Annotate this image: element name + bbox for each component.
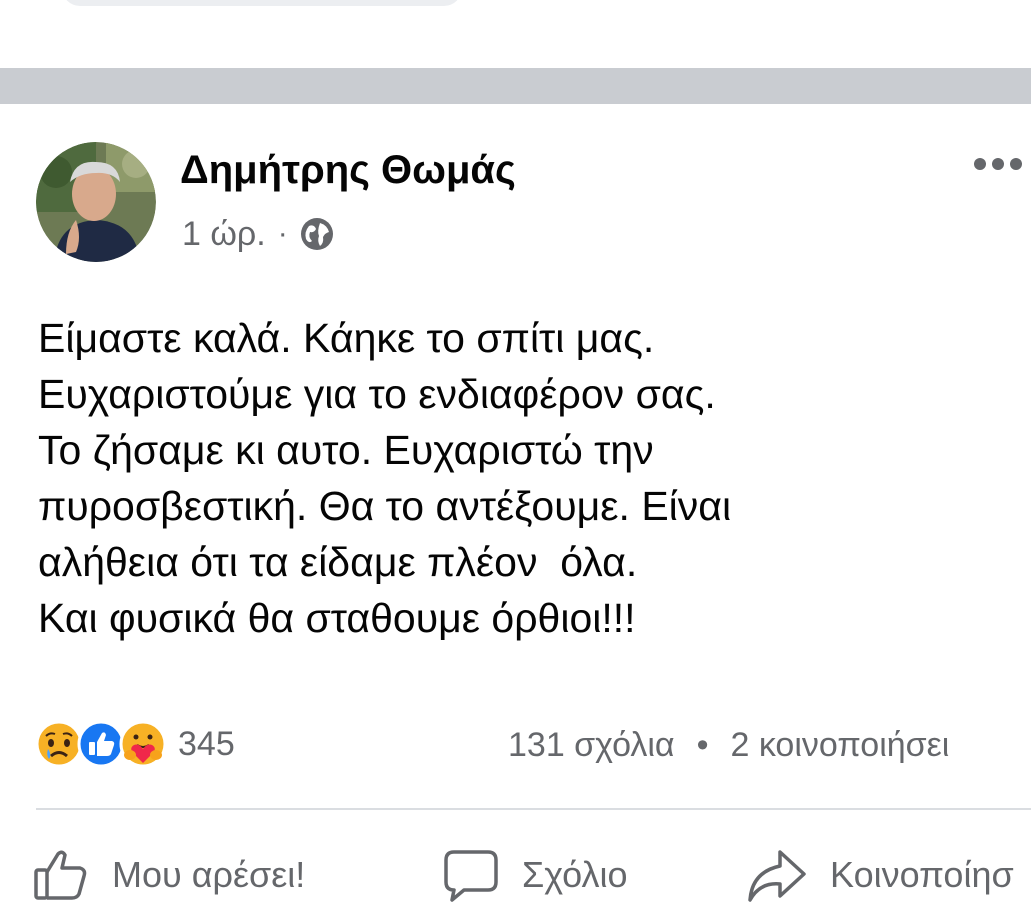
- post-meta: 1 ώρ. ·: [182, 212, 334, 256]
- care-reaction-icon: [119, 720, 167, 768]
- post-timestamp[interactable]: 1 ώρ.: [182, 215, 266, 254]
- shares-count-link[interactable]: 2 κοινοποιήσει: [730, 726, 949, 765]
- comment-button-label: Σχόλιο: [522, 854, 628, 895]
- post-text-line: αλήθεια ότι τα είδαμε πλέον όλα.: [38, 539, 638, 585]
- post-body: Είμαστε καλά. Κάηκε το σπίτι μας. Ευχαρι…: [38, 310, 1018, 646]
- search-bar-remnant[interactable]: [62, 0, 462, 6]
- post-text-line: Και φυσικά θα σταθουμε όρθιοι!!!: [38, 595, 636, 641]
- more-dot-icon: [992, 158, 1004, 170]
- comment-button[interactable]: Σχόλιο: [442, 840, 628, 910]
- author-avatar[interactable]: [36, 142, 156, 262]
- comments-count-link[interactable]: 131 σχόλια: [508, 726, 675, 765]
- thumbs-up-icon: [34, 850, 87, 900]
- comment-bubble-icon: [444, 850, 498, 902]
- engagement-separator: •: [696, 725, 709, 764]
- post-text-line: Ευχαριστούμε για το ενδιαφέρον σας.: [38, 371, 716, 417]
- share-arrow-icon: [748, 850, 806, 902]
- reaction-count: 345: [178, 724, 235, 763]
- share-button[interactable]: Κοινοποίησ: [746, 840, 1014, 910]
- author-name[interactable]: Δημήτρης Θωμάς: [180, 148, 516, 193]
- avatar-photo: [36, 142, 156, 262]
- more-dot-icon: [1010, 158, 1022, 170]
- post-text-line: πυροσβεστική. Θα το αντέξουμε. Είναι: [38, 483, 732, 529]
- feed-divider: [0, 68, 1031, 104]
- post-options-button[interactable]: [968, 150, 1028, 178]
- post-text-line: Το ζήσαμε κι αυτο. Ευχαριστώ την: [38, 427, 654, 473]
- meta-separator: ·: [277, 217, 288, 250]
- post-text-line: Είμαστε καλά. Κάηκε το σπίτι μας.: [38, 315, 655, 361]
- globe-icon: [300, 218, 333, 250]
- share-button-label: Κοινοποίησ: [830, 854, 1014, 895]
- engagement-summary: 131 σχόλια • 2 κοινοποιήσει: [508, 722, 949, 768]
- more-dot-icon: [974, 158, 986, 170]
- like-button[interactable]: Μου αρέσει!: [32, 840, 305, 910]
- reactions-summary[interactable]: 345: [34, 716, 235, 772]
- reaction-icons: [34, 719, 168, 769]
- actions-divider: [36, 808, 1031, 810]
- like-button-label: Μου αρέσει!: [112, 854, 306, 895]
